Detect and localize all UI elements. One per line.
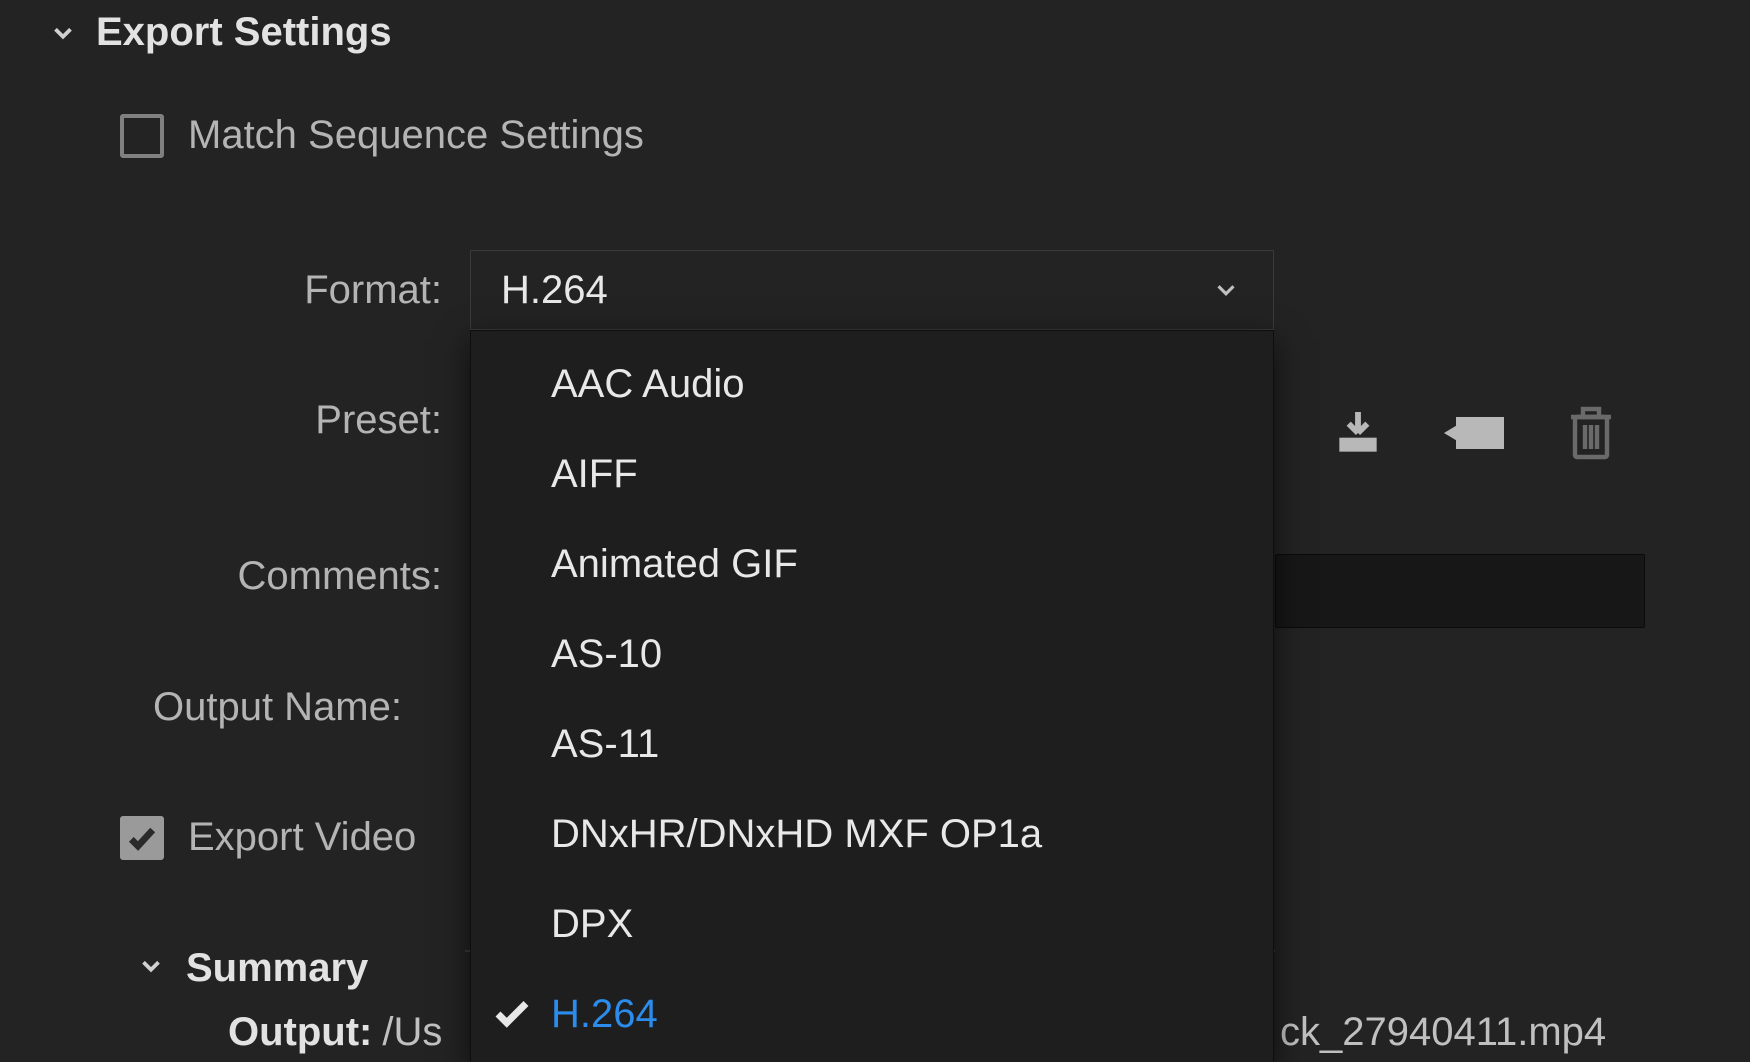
format-option[interactable]: AIFF	[471, 429, 1273, 519]
comments-row: Comments:	[0, 554, 470, 599]
preset-action-icons	[1330, 405, 1616, 461]
match-sequence-label: Match Sequence Settings	[188, 113, 644, 158]
format-dropdown-list: AAC Audio AIFF Animated GIF AS-10 AS-11 DNxHR…	[470, 330, 1274, 1062]
import-preset-icon[interactable]	[1444, 409, 1508, 457]
comments-input[interactable]	[1275, 554, 1645, 628]
summary-header[interactable]: Summary	[136, 946, 368, 991]
summary-title: Summary	[186, 946, 368, 991]
export-settings-panel: Export Settings Match Sequence Settings …	[0, 0, 1750, 1062]
format-dropdown[interactable]: H.264	[470, 250, 1274, 330]
output-path-left: /Us	[382, 1010, 442, 1055]
format-option-label: DPX	[551, 902, 633, 947]
format-option[interactable]: DNxHR/DNxHD MXF OP1a	[471, 789, 1273, 879]
chevron-down-icon	[48, 18, 78, 48]
match-sequence-row: Match Sequence Settings	[0, 113, 1750, 158]
output-summary-line: Output: /Us	[228, 1010, 442, 1055]
format-option-label: AS-10	[551, 632, 662, 677]
export-video-row: Export Video	[120, 815, 416, 860]
format-option-label: DNxHR/DNxHD MXF OP1a	[551, 812, 1042, 857]
format-label: Format:	[0, 268, 470, 313]
format-option[interactable]: AS-10	[471, 609, 1273, 699]
preset-label: Preset:	[0, 398, 470, 443]
comments-label: Comments:	[0, 554, 470, 599]
export-settings-header[interactable]: Export Settings	[0, 10, 1750, 55]
format-option[interactable]: AS-11	[471, 699, 1273, 789]
format-option-label: AS-11	[551, 722, 659, 767]
format-option[interactable]: Animated GIF	[471, 519, 1273, 609]
format-option-label: Animated GIF	[551, 542, 798, 587]
export-video-checkbox[interactable]	[120, 816, 164, 860]
format-row: Format: H.264	[0, 250, 1274, 330]
save-preset-icon[interactable]	[1330, 405, 1386, 461]
format-option[interactable]: DPX	[471, 879, 1273, 969]
check-icon	[491, 993, 533, 1035]
section-title: Export Settings	[96, 10, 392, 55]
format-selected-value: H.264	[501, 268, 1209, 313]
match-sequence-checkbox[interactable]	[120, 114, 164, 158]
format-option-label: AIFF	[551, 452, 638, 497]
preset-row: Preset:	[0, 398, 470, 443]
output-name-row: Output Name:	[0, 685, 430, 730]
format-option-label: H.264	[551, 992, 658, 1037]
output-label: Output:	[228, 1010, 372, 1055]
chevron-down-icon	[136, 951, 166, 986]
export-video-label: Export Video	[188, 815, 416, 860]
trash-icon[interactable]	[1566, 405, 1616, 461]
format-option[interactable]: H.264	[471, 969, 1273, 1059]
format-option[interactable]: AAC Audio	[471, 339, 1273, 429]
format-option-label: AAC Audio	[551, 362, 744, 407]
output-name-label: Output Name:	[0, 685, 430, 730]
output-path-right: ck_27940411.mp4	[1280, 1010, 1606, 1055]
chevron-down-icon	[1209, 273, 1243, 307]
